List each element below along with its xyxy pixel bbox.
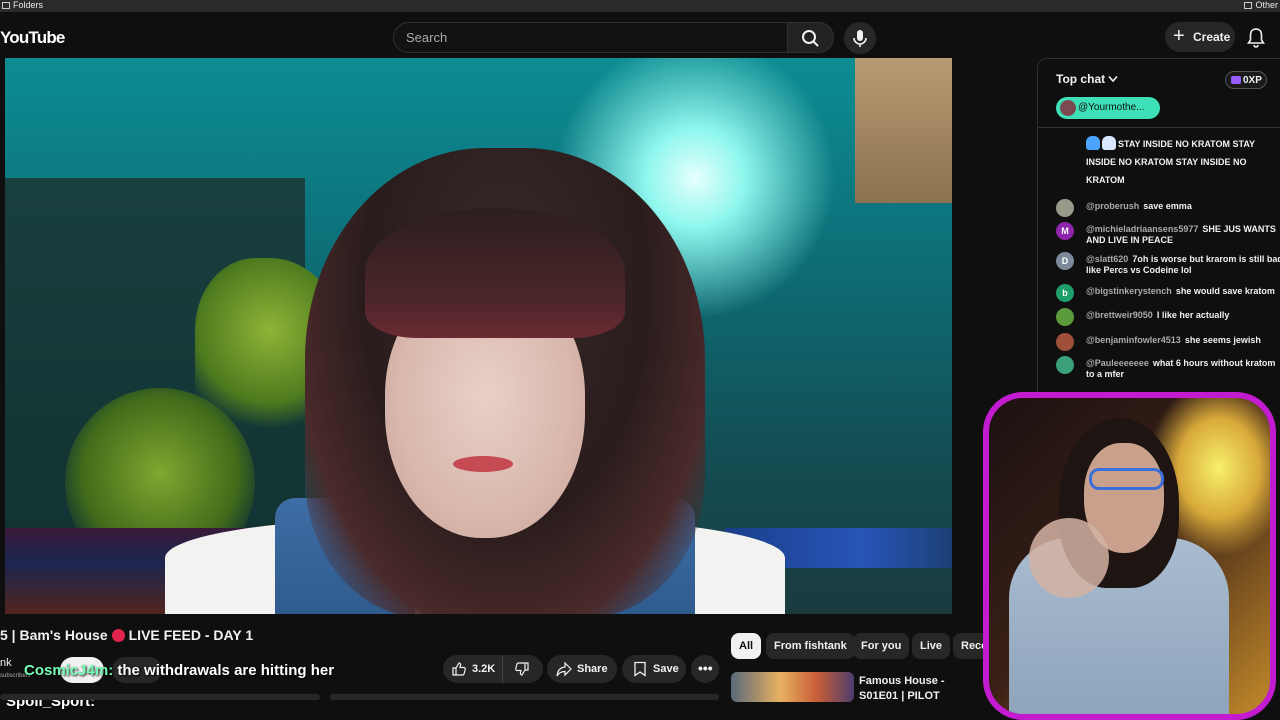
xp-badge[interactable]: 0XP [1225,71,1267,89]
avatar [1060,100,1076,116]
bookmarks-bar: Folders Other [0,0,1280,12]
notifications-button[interactable] [1244,26,1268,50]
top-navigation: YouTube + Create [0,12,1280,58]
dislike-button[interactable] [503,655,543,683]
avatar: M [1056,222,1074,240]
avatar [1056,308,1074,326]
webcam-person-hand [1029,518,1109,598]
chat-message-text: @Pauleeeeeee what 6 hours without kratom … [1086,358,1276,379]
search-icon [802,30,819,47]
like-button[interactable]: 3.2K [443,655,503,683]
avatar: b [1056,284,1074,302]
chip-all[interactable]: All [731,633,762,659]
chat-message-text: @michieladriaansens5977 SHE JUS WANTS AND… [1086,224,1276,245]
live-chat-panel: Top chat 0XP @Yourmothe... STAY INSIDE N… [1037,58,1280,398]
recommended-thumbnail[interactable] [731,672,854,702]
thumbs-down-icon [515,662,529,676]
chip-live[interactable]: Live [912,633,951,659]
video-player[interactable] [5,58,952,614]
ghost-emoji-icon [1086,136,1100,150]
chat-message-text: @bigstinkerystench she would save kratom [1086,286,1275,296]
search-box[interactable] [393,22,788,53]
pinned-user-chip[interactable]: @Yourmothe... [1056,97,1160,119]
share-button[interactable]: Share [547,655,617,683]
voice-search-button[interactable] [844,22,876,54]
chat-message-text: @proberush save emma [1086,201,1192,211]
chat-mode-selector[interactable]: Top chat [1056,72,1119,86]
youtube-logo[interactable]: YouTube [0,28,65,48]
chat-message-text: @benjaminfowler4513 she seems jewish [1086,335,1261,345]
create-button[interactable]: + Create [1165,22,1235,52]
stream-chat-overlay: CosmicJ4m: the withdrawals are hitting h… [24,662,335,679]
bookmark-folders[interactable]: Folders [2,0,43,11]
more-actions-button[interactable]: ••• [691,655,719,683]
gem-icon [1231,76,1241,84]
more-icon: ••• [698,660,713,676]
video-title: 5 | Bam's House LIVE FEED - DAY 1 [0,627,254,643]
person-lips [453,456,513,472]
comments-box[interactable] [330,694,719,700]
folder-icon [2,2,10,9]
bell-icon [1247,28,1265,48]
chat-message-text: @slatt620 7oh is worse but krarom is stil… [1086,254,1280,275]
chat-message-text: @brettweir9050 I like her actually [1086,310,1230,320]
avatar: D [1056,252,1074,270]
bookmark-other[interactable]: Other [1244,0,1278,11]
streamer-webcam-overlay [983,392,1276,720]
channel-name[interactable]: nk [0,657,12,669]
live-dot-icon [111,629,125,642]
divider [1038,127,1280,128]
thumbs-up-icon [452,662,466,676]
background-box [855,58,952,203]
avatar [1056,356,1074,374]
chat-message-text: STAY INSIDE NO KRATOM STAY INSIDE NO KRA… [1086,135,1280,189]
avatar [1056,199,1074,217]
microphone-icon [853,30,867,47]
search-button[interactable] [788,22,834,53]
webcam-person-glasses [1089,468,1164,490]
search-input[interactable] [394,23,787,52]
bookmark-icon [634,661,646,677]
plus-icon: + [1173,25,1185,47]
like-count: 3.2K [472,663,496,675]
recommended-title[interactable]: Famous House - S01E01 | PILOT [859,674,979,704]
folder-icon [1244,2,1253,9]
person-bangs [365,208,625,338]
ghost-emoji-icon [1102,136,1116,150]
like-dislike-group: 3.2K [443,655,543,683]
avatar [1056,333,1074,351]
share-icon [556,661,572,677]
chevron-down-icon [1108,75,1119,83]
chip-for-you[interactable]: For you [853,633,910,659]
chip-from-fishtank[interactable]: From fishtank [766,633,855,659]
save-button[interactable]: Save [622,655,686,683]
description-box[interactable] [0,694,320,700]
